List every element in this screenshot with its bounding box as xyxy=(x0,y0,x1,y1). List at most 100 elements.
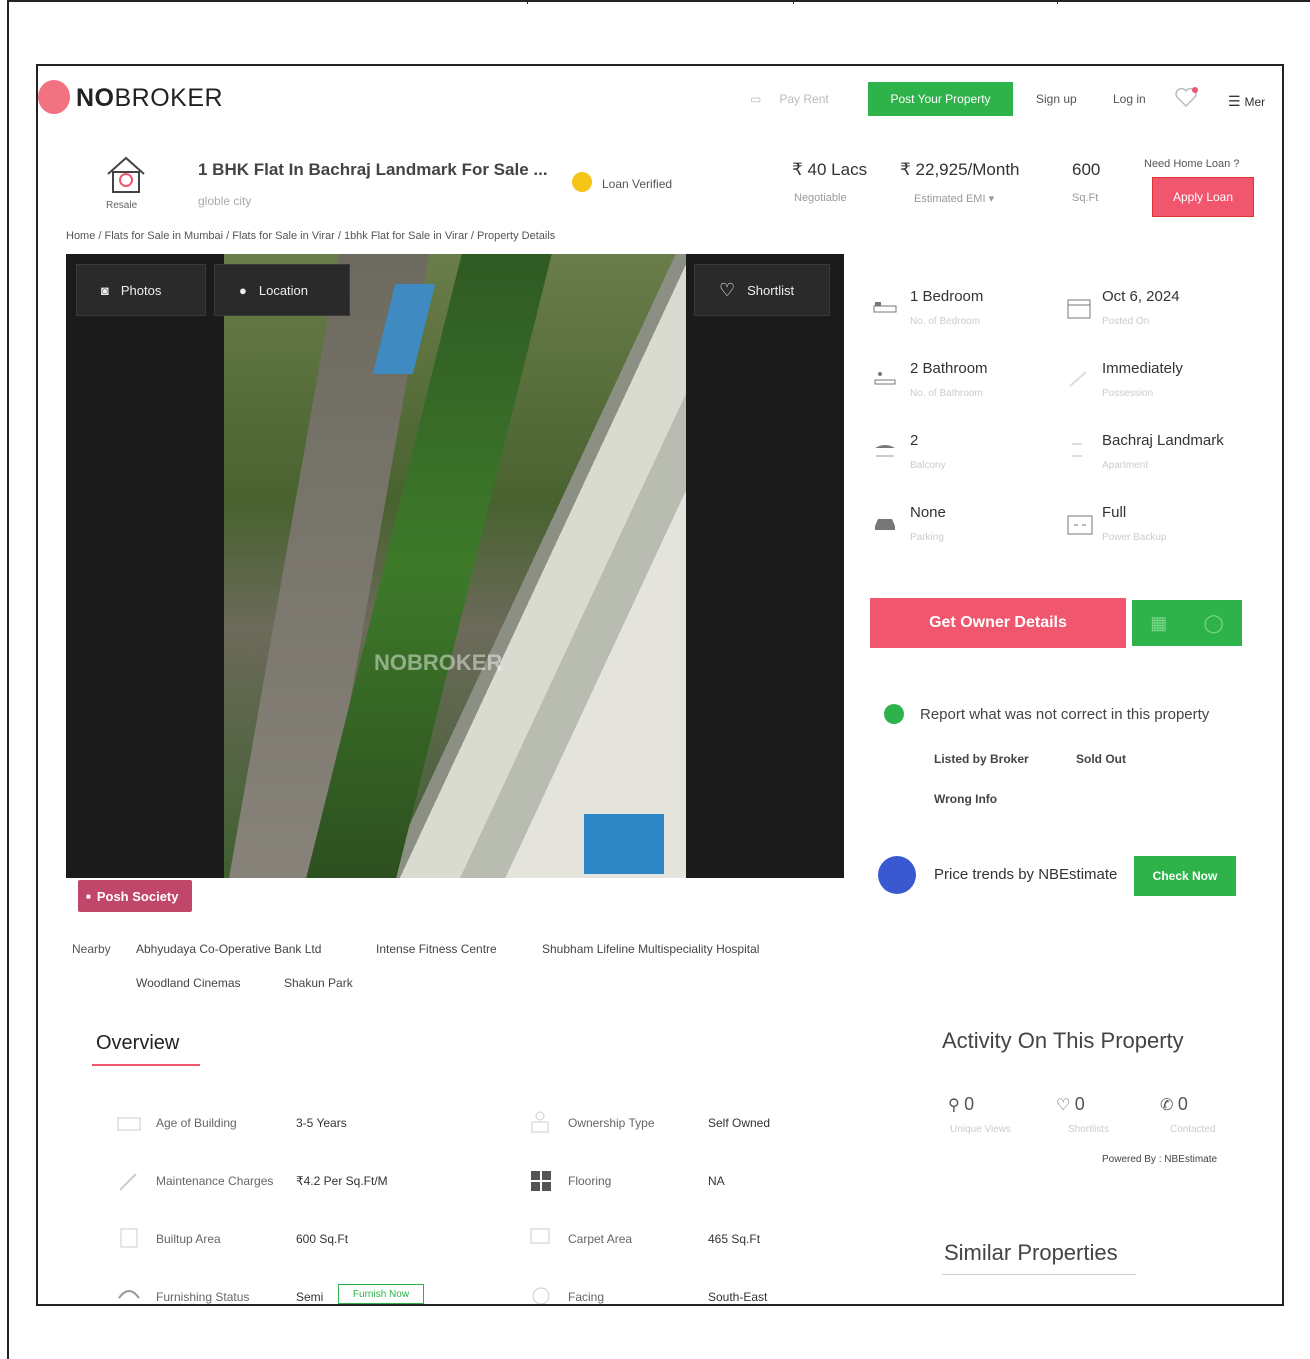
building-age-icon xyxy=(116,1112,142,1136)
power-backup-label: Power Backup xyxy=(1102,532,1167,543)
ownership-type-value: Self Owned xyxy=(708,1116,771,1130)
resale-badge: Resale xyxy=(106,200,138,211)
log-in-link[interactable]: Log in xyxy=(1113,92,1146,106)
heart-icon: ♡ xyxy=(719,279,736,300)
shortlist-button[interactable]: ♡ Shortlist xyxy=(694,264,830,316)
carpet-area-label: Carpet Area xyxy=(568,1232,633,1246)
shortlists-label: Shortlists xyxy=(1068,1124,1110,1135)
menu-button[interactable]: ☰ Mer xyxy=(1228,93,1265,110)
posted-on-label: Posted On xyxy=(1102,316,1150,327)
photo-gallery[interactable]: NOBROKER ◙ Photos ● Location ♡ Shortlist xyxy=(66,254,844,878)
overview-heading: Overview xyxy=(96,1032,180,1054)
chat-icon[interactable]: ◯ xyxy=(1204,613,1224,634)
balcony-label: Balcony xyxy=(910,460,946,471)
property-photo[interactable]: NOBROKER xyxy=(224,254,686,878)
post-property-button[interactable]: Post Your Property xyxy=(868,82,1013,116)
nearby-item[interactable]: Shubham Lifeline Multispeciality Hospita… xyxy=(542,942,759,956)
location-tab[interactable]: ● Location xyxy=(214,264,350,316)
property-title: 1 BHK Flat In Bachraj Landmark For Sale … xyxy=(198,160,548,179)
pay-rent-link[interactable]: ▭ Pay Rent xyxy=(750,92,829,106)
maintenance-value: ₹4.2 Per Sq.Ft/M xyxy=(296,1174,388,1188)
similar-properties-heading: Similar Properties xyxy=(944,1240,1118,1265)
nearby-label: Nearby xyxy=(72,942,111,956)
report-tag-broker[interactable]: Listed by Broker xyxy=(934,752,1029,766)
nearby-item[interactable]: Shakun Park xyxy=(284,976,353,990)
report-prompt: Report what was not correct in this prop… xyxy=(920,706,1210,723)
nearby-item[interactable]: Intense Fitness Centre xyxy=(376,942,497,956)
furnishing-status-value: Semi xyxy=(296,1290,324,1304)
power-backup-value: Full xyxy=(1102,504,1127,521)
price-trend-chart-icon xyxy=(878,856,916,894)
report-tag-sold-out[interactable]: Sold Out xyxy=(1076,752,1126,766)
powered-by-label: Powered By : NBEstimate xyxy=(1102,1154,1218,1165)
furnishing-status-label: Furnishing Status xyxy=(156,1290,250,1304)
flooring-icon xyxy=(530,1170,556,1194)
sign-up-link[interactable]: Sign up xyxy=(1036,92,1077,106)
furnishing-icon xyxy=(116,1284,142,1304)
unique-views-label: Unique Views xyxy=(950,1124,1011,1135)
facing-label: Facing xyxy=(568,1290,605,1304)
shortlists-count: ♡ 0 xyxy=(1056,1094,1085,1114)
nearby-item[interactable]: Abhyudaya Co-Operative Bank Ltd xyxy=(136,942,321,956)
emi-dropdown[interactable]: Estimated EMI ▾ xyxy=(914,192,994,205)
overview-underline xyxy=(92,1064,200,1066)
check-now-button[interactable]: Check Now xyxy=(1134,856,1236,896)
balcony-value: 2 xyxy=(910,432,919,449)
builtup-area-value: 600 Sq.Ft xyxy=(296,1232,349,1246)
owner-action-buttons: ▦ ◯ xyxy=(1132,600,1242,646)
bed-icon xyxy=(872,296,898,318)
report-tag-wrong-info[interactable]: Wrong Info xyxy=(934,792,997,806)
maintenance-icon xyxy=(116,1170,142,1194)
apartment-value[interactable]: Bachraj Landmark xyxy=(1102,432,1224,449)
flooring-value: NA xyxy=(708,1174,725,1188)
activity-heading: Activity On This Property xyxy=(942,1028,1184,1053)
camera-icon: ◙ xyxy=(101,282,109,298)
flooring-label: Flooring xyxy=(568,1174,612,1188)
posted-on-value: Oct 6, 2024 xyxy=(1102,288,1180,305)
carpet-area-value: 465 Sq.Ft xyxy=(708,1232,761,1246)
age-of-building-label: Age of Building xyxy=(156,1116,237,1130)
area-value: 600 xyxy=(1072,160,1101,179)
compass-icon xyxy=(530,1284,556,1304)
apply-loan-button[interactable]: Apply Loan xyxy=(1152,177,1254,217)
similar-properties-underline xyxy=(942,1274,1136,1275)
building-small-icon: ■ xyxy=(86,891,91,901)
ownership-icon xyxy=(528,1110,554,1134)
compass-location-icon: ● xyxy=(239,282,247,298)
bathroom-value: 2 Bathroom xyxy=(910,360,988,377)
possession-label: Possession xyxy=(1102,388,1154,399)
get-owner-details-button[interactable]: Get Owner Details xyxy=(870,598,1126,648)
possession-value: Immediately xyxy=(1102,360,1183,377)
nearby-item[interactable]: Woodland Cinemas xyxy=(136,976,241,990)
contacted-count: ✆ 0 xyxy=(1160,1094,1188,1114)
property-locality[interactable]: globle city xyxy=(198,194,251,208)
nobroker-logo[interactable]: NOBROKER xyxy=(76,84,223,113)
apartment-label: Apartment xyxy=(1102,460,1149,471)
price-trends-label: Price trends by NBEstimate xyxy=(934,866,1118,883)
bedroom-value: 1 Bedroom xyxy=(910,288,984,305)
ownership-type-label: Ownership Type xyxy=(568,1116,655,1130)
car-icon xyxy=(872,512,898,534)
shortlist-heart-icon[interactable] xyxy=(1174,86,1198,108)
contacted-label: Contacted xyxy=(1170,1124,1216,1135)
phone-icon: ✆ xyxy=(1160,1097,1178,1114)
facing-value: South-East xyxy=(708,1290,768,1304)
photo-watermark: NOBROKER xyxy=(374,650,503,675)
emi-value: ₹ 22,925/Month xyxy=(900,160,1020,179)
resale-house-icon xyxy=(107,156,145,193)
nobroker-logo-icon[interactable] xyxy=(38,80,70,114)
furnish-now-button[interactable]: Furnish Now xyxy=(338,1284,424,1304)
schedule-visit-icon[interactable]: ▦ xyxy=(1150,613,1167,634)
builtup-area-label: Builtup Area xyxy=(156,1232,221,1246)
calendar-icon xyxy=(1066,296,1092,319)
loan-verified-icon xyxy=(572,172,592,192)
unique-views-count: ⚲ 0 xyxy=(948,1094,975,1114)
photos-tab[interactable]: ◙ Photos xyxy=(76,264,206,316)
bedroom-label: No. of Bedroom xyxy=(910,316,981,327)
posh-society-badge: ■ Posh Society xyxy=(78,880,192,912)
price-negotiable-label: Negotiable xyxy=(794,192,847,204)
heart-outline-icon: ♡ xyxy=(1056,1097,1075,1114)
bathtub-icon xyxy=(872,368,898,390)
breadcrumb[interactable]: Home / Flats for Sale in Mumbai / Flats … xyxy=(66,230,555,242)
report-info-icon xyxy=(884,704,904,724)
